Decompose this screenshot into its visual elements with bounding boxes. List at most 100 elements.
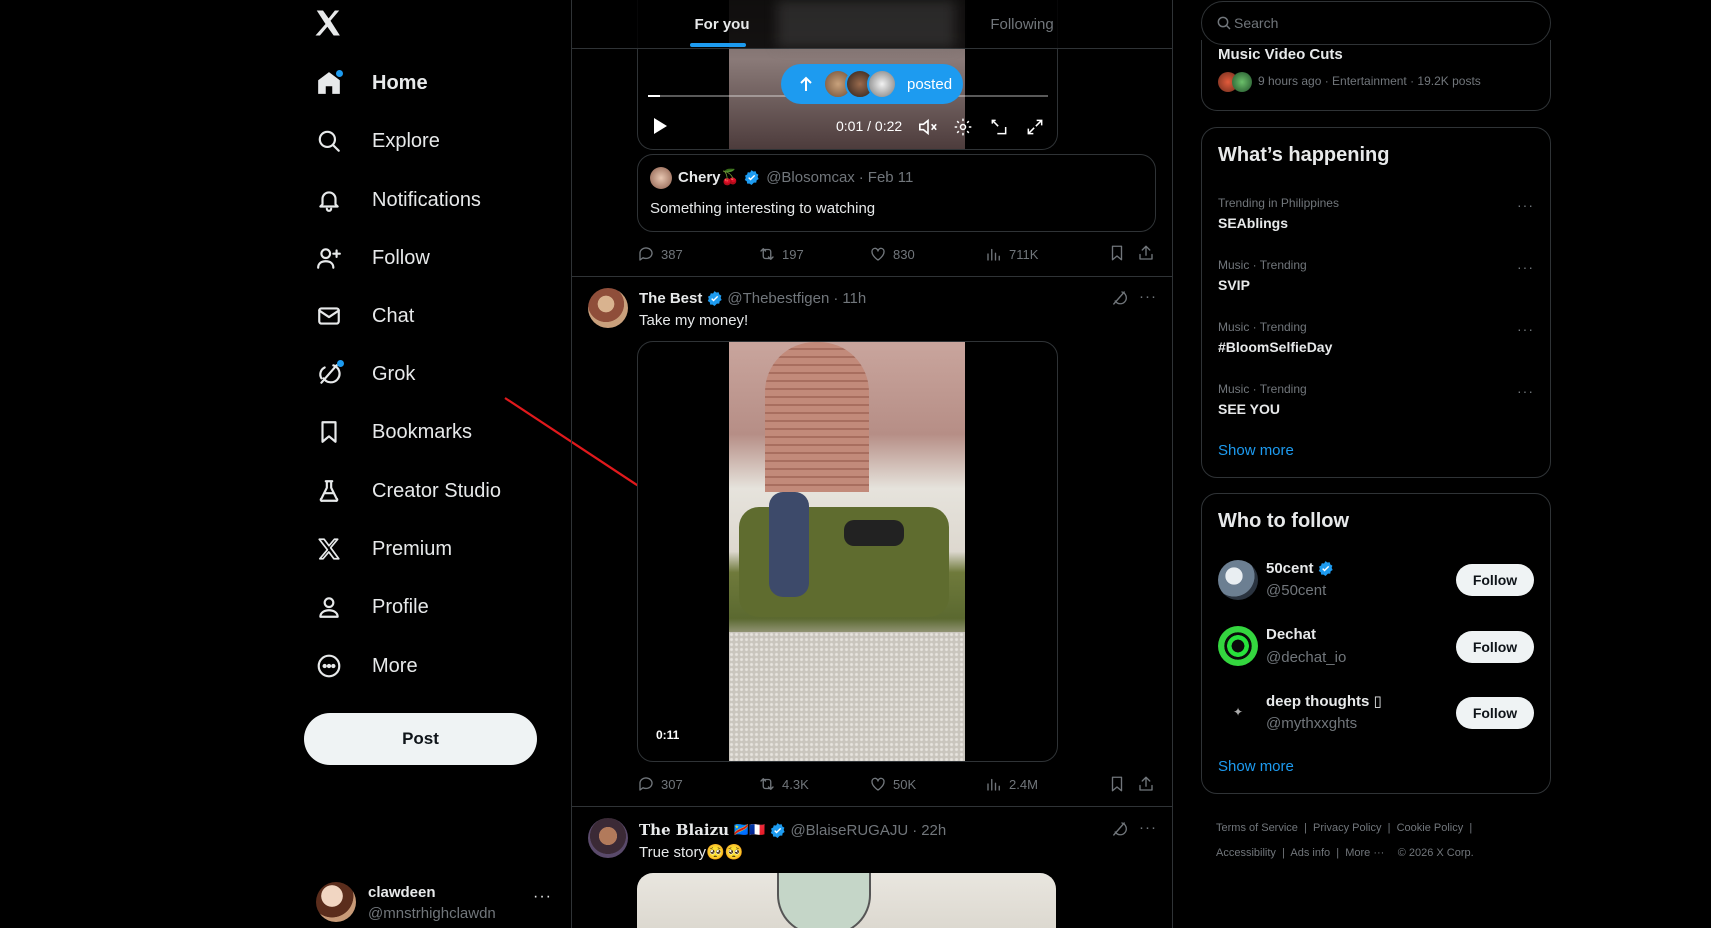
follow-button[interactable]: Follow <box>1456 564 1534 596</box>
trend-name: SEE YOU <box>1218 401 1280 417</box>
more-options-icon[interactable]: ··· <box>1139 288 1157 305</box>
suggestion-handle: @dechat_io <box>1266 649 1347 666</box>
post-time[interactable]: 11h <box>842 290 866 307</box>
footer-link[interactable]: More ··· <box>1345 847 1384 859</box>
repost-button[interactable]: 197 <box>758 245 804 263</box>
heart-icon <box>871 777 885 791</box>
views-button[interactable]: 711K <box>985 245 1038 263</box>
nav-more[interactable]: More <box>316 646 418 686</box>
settings-icon[interactable] <box>953 117 973 137</box>
reply-button[interactable]: 387 <box>637 245 683 263</box>
more-options-icon[interactable]: ··· <box>1139 819 1157 836</box>
footer-link[interactable]: Terms of Service <box>1216 822 1298 834</box>
trend-card-top[interactable]: Music Video Cuts 9 hours ago · Entertain… <box>1201 40 1551 111</box>
tab-label: Following <box>990 15 1054 33</box>
person <box>844 520 904 546</box>
footer-link[interactable]: Privacy Policy <box>1313 822 1381 834</box>
footer-link[interactable]: Ads info <box>1290 847 1330 859</box>
fullscreen-icon[interactable] <box>1025 117 1045 137</box>
avatar <box>1218 560 1258 600</box>
account-switcher[interactable]: clawdeen @mnstrhighclawdn ··· <box>316 878 556 926</box>
views-icon <box>987 248 1000 261</box>
follow-suggestion[interactable]: Dechat @dechat_io Follow <box>1202 614 1550 678</box>
footer-link[interactable]: Accessibility <box>1216 847 1276 859</box>
like-button[interactable]: 830 <box>869 245 915 263</box>
x-logo-icon[interactable] <box>313 8 347 42</box>
timeline-tabs: For you Following <box>572 0 1172 49</box>
nav-bookmarks[interactable]: Bookmarks <box>316 412 472 452</box>
nav-creator-studio[interactable]: Creator Studio <box>316 471 501 511</box>
mute-icon[interactable] <box>917 117 939 137</box>
trend-item[interactable]: Music · Trending SVIP ··· <box>1202 250 1550 306</box>
more-options-icon[interactable]: ··· <box>1517 383 1534 399</box>
bookmark-icon[interactable] <box>1108 244 1126 262</box>
nav-label: Profile <box>372 595 429 618</box>
search-icon <box>316 128 342 154</box>
nav-label: Follow <box>372 246 430 269</box>
picture-in-picture-icon[interactable] <box>989 117 1009 137</box>
grok-icon[interactable] <box>1110 289 1128 307</box>
grok-icon <box>316 360 344 387</box>
nav-explore[interactable]: Explore <box>316 121 440 161</box>
avatar[interactable] <box>588 288 628 328</box>
repost-button[interactable]: 4.3K <box>758 775 809 793</box>
play-icon[interactable] <box>652 117 668 135</box>
quoted-post[interactable]: Chery🍒 @Blosomcax · Feb 11 Something int… <box>637 154 1156 232</box>
share-icon[interactable] <box>1137 775 1155 793</box>
footer-links: Terms of Service | Privacy Policy | Cook… <box>1216 822 1474 859</box>
avatar[interactable] <box>588 818 628 858</box>
account-name: clawdeen <box>368 884 436 901</box>
more-options-icon[interactable]: ··· <box>1517 259 1534 275</box>
nav-grok[interactable]: Grok <box>316 354 415 394</box>
post-image[interactable] <box>637 873 1056 928</box>
post-author-name[interactable]: The Blaizu <box>639 821 729 839</box>
nav-profile[interactable]: Profile <box>316 587 429 627</box>
video-frame <box>729 342 965 761</box>
post-author-name[interactable]: The Best <box>639 290 702 307</box>
more-circle-icon <box>316 653 342 679</box>
video-player[interactable]: 0:11 <box>637 341 1058 762</box>
show-more-link[interactable]: Show more <box>1218 442 1294 459</box>
nav-home[interactable]: Home <box>316 63 428 103</box>
footer-link[interactable]: Cookie Policy <box>1397 822 1464 834</box>
like-button[interactable]: 50K <box>869 775 916 793</box>
post-author-handle[interactable]: @Thebestfigen <box>727 290 829 307</box>
trend-item[interactable]: Music · Trending SEE YOU ··· <box>1202 374 1550 430</box>
grok-icon[interactable] <box>1110 820 1128 838</box>
post-button[interactable]: Post <box>304 713 537 765</box>
more-options-icon[interactable]: ··· <box>1517 197 1534 213</box>
avatar <box>316 882 356 922</box>
bookmark-icon[interactable] <box>1108 775 1126 793</box>
follow-button[interactable]: Follow <box>1456 631 1534 663</box>
quote-text: Something interesting to watching <box>650 200 876 217</box>
trend-meta: Music · Trending <box>1218 258 1307 272</box>
share-icon[interactable] <box>1137 244 1155 262</box>
tab-label: For you <box>694 15 750 33</box>
new-posts-pill[interactable]: posted <box>781 64 963 104</box>
show-more-link[interactable]: Show more <box>1218 758 1294 775</box>
follow-suggestion[interactable]: ✦ deep thoughts ▯ @mythxxghts Follow <box>1202 680 1550 744</box>
nav-follow[interactable]: Follow <box>316 238 430 278</box>
nav-chat[interactable]: Chat <box>316 296 414 336</box>
post-header: The Blaizu 🇨🇩🇫🇷 @BlaiseRUGAJU · 22h <box>639 821 947 839</box>
follow-button[interactable]: Follow <box>1456 697 1534 729</box>
video-time: 0:01 / 0:22 <box>836 118 903 134</box>
view-count: 711K <box>1009 246 1039 262</box>
follow-suggestion[interactable]: 50cent @50cent Follow <box>1202 548 1550 612</box>
trend-item[interactable]: Music · Trending #BloomSelfieDay ··· <box>1202 312 1550 368</box>
views-button[interactable]: 2.4M <box>985 775 1038 793</box>
reply-button[interactable]: 307 <box>637 775 683 793</box>
reply-icon <box>639 247 653 261</box>
post-time[interactable]: 22h <box>921 822 946 839</box>
trend-item[interactable]: Trending in Philippines SEAblings ··· <box>1202 188 1550 244</box>
search-input[interactable]: Search <box>1201 1 1551 45</box>
repost-count: 197 <box>782 246 804 262</box>
nav-premium[interactable]: Premium <box>316 529 452 569</box>
trend-meta: Music · Trending <box>1218 320 1307 334</box>
search-placeholder: Search <box>1234 15 1279 31</box>
divider <box>572 276 1172 277</box>
more-options-icon[interactable]: ··· <box>1517 321 1534 337</box>
nav-notifications[interactable]: Notifications <box>316 180 481 220</box>
verified-badge-icon <box>769 822 786 839</box>
post-author-handle[interactable]: @BlaiseRUGAJU <box>790 822 908 839</box>
